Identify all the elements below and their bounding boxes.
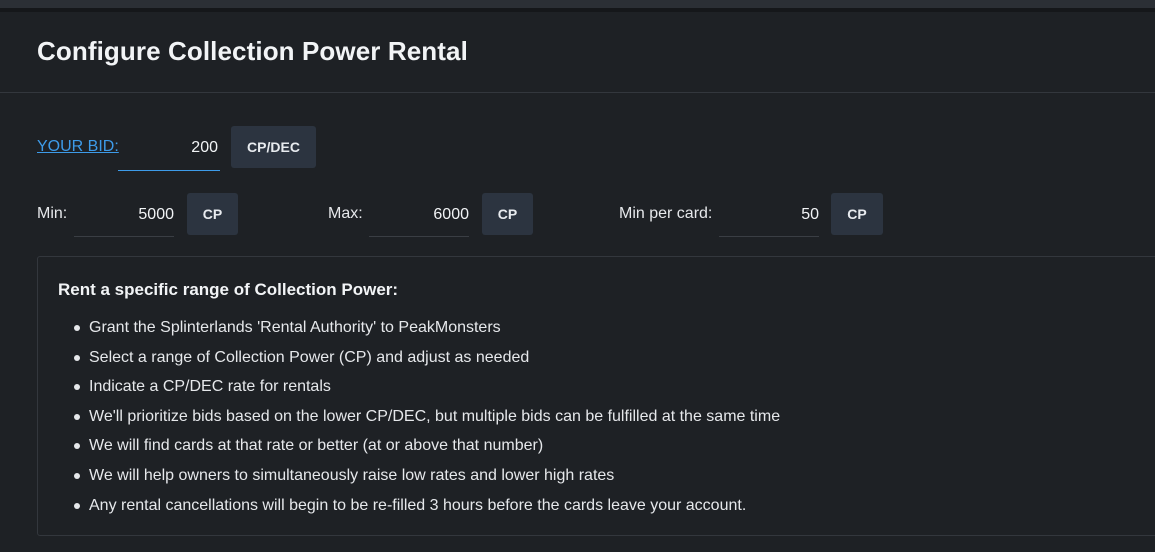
list-item-text: We will help owners to simultaneously ra… — [89, 466, 615, 484]
list-item: Select a range of Collection Power (CP) … — [58, 347, 780, 377]
bullet-icon — [74, 354, 80, 361]
list-item: Indicate a CP/DEC rate for rentals — [58, 376, 780, 406]
bid-unit-button[interactable]: CP/DEC — [231, 126, 316, 168]
info-list: Grant the Splinterlands 'Rental Authorit… — [58, 317, 780, 524]
bullet-icon — [74, 413, 80, 420]
min-unit-button[interactable]: CP — [187, 193, 238, 235]
min-label: Min: — [37, 205, 68, 222]
min-per-card-input[interactable] — [719, 193, 819, 237]
min-per-card-unit-button[interactable]: CP — [831, 193, 883, 235]
list-item: We will help owners to simultaneously ra… — [58, 465, 780, 495]
min-per-card-label: Min per card: — [619, 205, 713, 222]
list-item: Grant the Splinterlands 'Rental Authorit… — [58, 317, 780, 347]
list-item: Any rental cancellations will begin to b… — [58, 495, 780, 525]
min-input[interactable] — [74, 193, 174, 237]
window-top-bar — [0, 0, 1155, 8]
bullet-icon — [74, 502, 80, 509]
bid-input[interactable] — [118, 126, 220, 171]
bullet-icon — [74, 325, 80, 331]
header-divider — [0, 92, 1155, 93]
list-item-text: Grant the Splinterlands 'Rental Authorit… — [89, 319, 501, 336]
list-item: We will find cards at that rate or bette… — [58, 435, 780, 465]
max-input[interactable] — [369, 193, 469, 237]
list-item-text: We will find cards at that rate or bette… — [89, 437, 544, 455]
bullet-icon — [74, 384, 80, 391]
your-bid-label[interactable]: YOUR BID: — [37, 138, 119, 156]
info-panel: Rent a specific range of Collection Powe… — [37, 256, 1155, 536]
window-top-edge — [0, 8, 1155, 12]
list-item-text: Indicate a CP/DEC rate for rentals — [89, 378, 331, 396]
page-title: Configure Collection Power Rental — [37, 36, 468, 66]
list-item: We'll prioritize bids based on the lower… — [58, 406, 780, 436]
info-title: Rent a specific range of Collection Powe… — [58, 280, 399, 299]
max-unit-button[interactable]: CP — [482, 193, 533, 235]
bullet-icon — [74, 472, 80, 479]
max-label: Max: — [328, 205, 363, 222]
bullet-icon — [74, 443, 80, 450]
list-item-text: Select a range of Collection Power (CP) … — [89, 348, 530, 366]
list-item-text: We'll prioritize bids based on the lower… — [89, 407, 781, 425]
list-item-text: Any rental cancellations will begin to b… — [89, 496, 747, 514]
